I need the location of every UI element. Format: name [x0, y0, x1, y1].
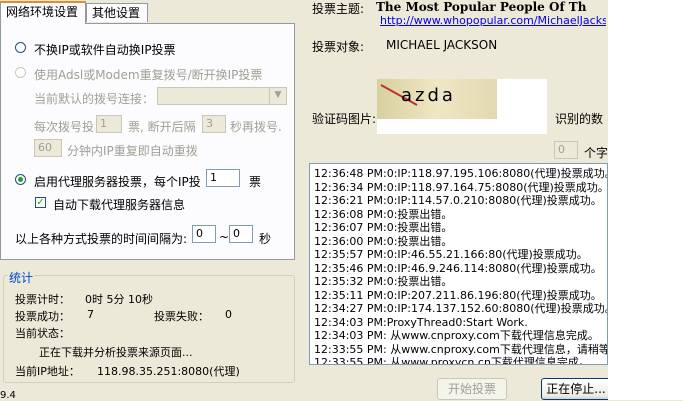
chevron-down-icon[interactable]: ▼: [269, 88, 286, 104]
dial-connection-label: 当前默认的拨号连接：: [34, 92, 155, 106]
recognized-count-input[interactable]: 0: [554, 141, 578, 159]
captcha-label: 验证码图片:: [312, 112, 377, 126]
log-line: 12:35:57 PM:0:IP:46.55.21.166:80(代理)投票成功…: [314, 248, 588, 261]
redial-minutes-input[interactable]: 60: [34, 139, 62, 157]
interval-label: 以上各种方式投票的时间间隔为:: [15, 232, 188, 246]
dial-connection-select[interactable]: ▼: [157, 87, 287, 105]
target-label: 投票对象:: [312, 40, 365, 54]
radio-proxy-server[interactable]: [15, 174, 26, 185]
start-vote-button[interactable]: 开始投票: [437, 378, 507, 400]
interval-unit: 秒: [259, 232, 272, 246]
log-line: 12:33:55 PM: 从www.cnproxy.com下载代理信息，请稍等.…: [314, 342, 608, 356]
success-value: 7: [87, 308, 94, 321]
log-line: 12:34:03 PM: 从www.cnproxy.com下载代理信息完成。: [314, 329, 599, 342]
recognized-count-suffix: 个字: [584, 146, 609, 160]
log-line: 12:35:11 PM:0:IP:207.211.86.196:80(代理)投票…: [314, 288, 602, 302]
radio-adsl-redial[interactable]: [15, 67, 26, 78]
interval-to-input[interactable]: 0: [229, 225, 253, 243]
stats-group-title: 统计: [8, 269, 35, 286]
success-label: 投票成功：: [15, 310, 70, 323]
log-line: 12:34:03 PM:ProxyThread0:Start Work.: [314, 315, 528, 329]
tab-other-settings[interactable]: 其他设置: [86, 3, 148, 22]
target-value: MICHAEL JACKSON: [386, 38, 498, 52]
log-line: 12:36:34 PM:0:IP:118.97.164.75:8080(代理)投…: [314, 180, 608, 194]
votes-per-ip-input[interactable]: 1: [206, 169, 240, 187]
recognized-label: 识别的数: [555, 112, 604, 126]
log-line: 12:34:27 PM:0:IP:174.137.152.60:8080(代理)…: [314, 302, 608, 315]
log-line: 12:35:32 PM:0:投票出错。: [314, 275, 453, 288]
topic-value: The Most Popular People Of Th: [376, 0, 587, 14]
timer-label: 投票计时：: [15, 293, 70, 306]
log-line: 12:36:21 PM:0:IP:114.57.0.210:8080(代理)投票…: [314, 194, 602, 207]
vote-log-list[interactable]: 12:36:48 PM:0:IP:118.97.195.106:8080(代理)…: [309, 163, 608, 365]
fail-value: 0: [225, 308, 232, 321]
ip-value: 118.98.35.251:8080(代理): [97, 365, 240, 378]
log-line: 12:36:00 PM:0:投票出错。: [314, 234, 453, 248]
tab-network-settings[interactable]: 网络环境设置: [0, 1, 86, 24]
per-dial-mid: 票, 断开后隔: [128, 120, 196, 134]
interval-from-input[interactable]: 0: [192, 225, 216, 243]
status-value: 正在下载并分析投票来源页面...: [39, 346, 193, 359]
status-label: 当前状态：: [15, 327, 70, 340]
captcha-image: azda: [377, 79, 547, 134]
votes-per-dial-input[interactable]: 1: [96, 115, 122, 133]
ip-label: 当前IP地址：: [15, 365, 80, 378]
timer-value: 0时 5分 10秒: [85, 293, 153, 306]
auto-download-label: 自动下载代理服务器信息: [53, 198, 186, 212]
log-line: 12:36:48 PM:0:IP:118.97.195.106:8080(代理)…: [314, 167, 608, 180]
per-dial-suffix: 秒再拨号.: [230, 120, 282, 134]
per-dial-prefix: 每次拨号投: [34, 120, 95, 134]
log-line: 12:35:46 PM:0:IP:46.9.246.114:8080(代理)投票…: [314, 261, 602, 275]
fail-label: 投票失败：: [154, 310, 209, 323]
right-blank-area: [608, 0, 683, 400]
votes-per-ip-unit: 票: [249, 175, 262, 189]
redial-suffix: 分钟内IP重复即自动重拨: [67, 144, 198, 158]
radio-adsl-label: 使用Adsl或Modem重复拨号/断开换IP投票: [34, 68, 263, 82]
disconnect-seconds-input[interactable]: 3: [202, 115, 226, 133]
topic-label: 投票主题:: [312, 2, 365, 16]
radio-proxy-label: 启用代理服务器投票，每个IP投: [34, 175, 201, 189]
topic-link[interactable]: http://www.whopopular.com/MichaelJackson: [380, 14, 606, 27]
captcha-text: azda: [401, 85, 456, 106]
bottom-status-text: 9.4: [0, 390, 16, 401]
interval-separator: ~: [219, 230, 230, 244]
auto-download-checkbox[interactable]: ✓: [35, 197, 46, 208]
stop-vote-button[interactable]: 正在停止...: [541, 378, 611, 400]
log-line: 12:36:08 PM:0:投票出错。: [314, 207, 453, 221]
log-line: 12:36:07 PM:0:投票出错。: [314, 221, 453, 234]
radio-no-ip-label: 不换IP或软件自动换IP投票: [34, 43, 176, 57]
log-line: 12:33:55 PM: 从www.proxycn.cn下载代理信息完成。: [314, 356, 590, 365]
radio-no-ip-change[interactable]: [15, 42, 26, 53]
